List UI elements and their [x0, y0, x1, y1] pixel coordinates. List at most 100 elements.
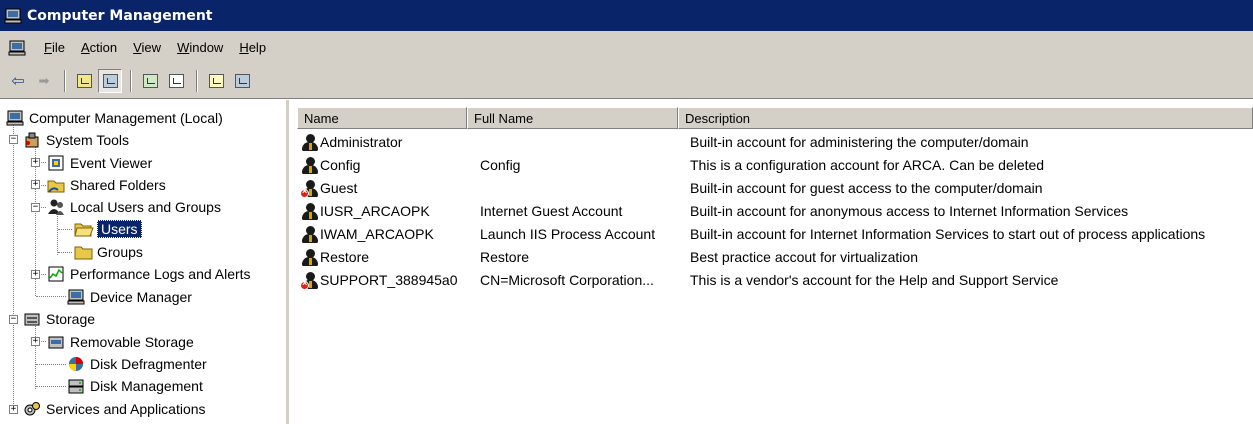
table-row[interactable]: IWAM_ARCAOPK Launch IIS Process Account … [292, 224, 1253, 246]
collapse-toggle[interactable]: − [31, 203, 40, 212]
tree-item-label: Performance Logs and Alerts [70, 266, 251, 282]
user-description: Best practice accout for virtualization [690, 249, 918, 265]
tree-item-label: Storage [46, 311, 96, 327]
title-bar: Computer Management [0, 0, 1253, 31]
tree-item-event-viewer[interactable]: Event Viewer [47, 152, 152, 174]
tree-item-removable-storage[interactable]: Removable Storage [47, 331, 194, 353]
column-header-name[interactable]: Name [297, 107, 467, 129]
disk-defragmenter-icon [67, 355, 85, 373]
tree-line [58, 252, 72, 253]
tree-item-storage[interactable]: Storage [23, 308, 95, 330]
tree-item-performance-logs-and-alerts[interactable]: Performance Logs and Alerts [47, 263, 286, 285]
up-one-level-button[interactable] [72, 69, 96, 93]
shared-folders-icon [47, 176, 65, 194]
folder-open-icon [74, 220, 94, 238]
tree-line [35, 323, 36, 389]
system-menu-icon[interactable] [8, 40, 26, 56]
menu-window[interactable]: Window [169, 40, 231, 55]
toolbar-separator [64, 70, 66, 92]
user-name: Guest [320, 180, 358, 196]
table-row[interactable]: Config Config This is a configuration ac… [292, 155, 1253, 177]
table-row[interactable]: Restore Restore Best practice accout for… [292, 247, 1253, 269]
column-header-description[interactable]: Description [678, 107, 1253, 129]
toolbar-separator [130, 70, 132, 92]
tree-item-label: Device Manager [90, 289, 192, 305]
user-description: This is a configuration account for ARCA… [690, 157, 1045, 173]
menu-action[interactable]: Action [73, 40, 125, 55]
table-row[interactable]: IUSR_ARCAOPK Internet Guest Account Buil… [292, 201, 1253, 223]
expand-toggle[interactable]: + [31, 158, 40, 167]
collapse-toggle[interactable]: − [9, 315, 18, 324]
user-full-name: Restore [480, 249, 530, 265]
export-list-icon [168, 74, 184, 88]
user-name: SUPPORT_388945a0 [320, 272, 458, 288]
tree-item-users[interactable]: Users [74, 218, 142, 240]
user-description: Built-in account for Internet Informatio… [690, 226, 1206, 242]
toolbar: ⇦ ➡ [0, 64, 1253, 99]
menu-file[interactable]: File [36, 40, 73, 55]
menu-view[interactable]: View [125, 40, 169, 55]
show-hide-console-tree-icon [102, 74, 118, 88]
user-description: Built-in account for guest access to the… [690, 180, 1043, 196]
tree-item-services-and-applications[interactable]: Services and Applications [23, 398, 206, 420]
show-hide-console-tree-button[interactable] [98, 69, 122, 93]
user-name: Administrator [320, 134, 403, 150]
expand-toggle[interactable]: + [31, 180, 40, 189]
disabled-user-icon [300, 179, 320, 198]
users-list-view[interactable]: Name Full Name Description Administrator… [292, 100, 1253, 424]
users-groups-icon [47, 198, 65, 216]
refresh-button[interactable] [138, 69, 162, 93]
user-description: This is a vendor's account for the Help … [690, 272, 1059, 288]
user-name: IWAM_ARCAOPK [320, 226, 434, 242]
up-one-level-icon [76, 74, 92, 88]
tree-item-shared-folders[interactable]: Shared Folders [47, 174, 166, 196]
computer-icon [6, 109, 24, 127]
user-full-name: Config [480, 157, 521, 173]
user-icon [300, 248, 320, 267]
tree-item-local-users-and-groups[interactable]: Local Users and Groups [47, 196, 221, 218]
user-name: IUSR_ARCAOPK [320, 203, 430, 219]
table-row[interactable]: Administrator Built-in account for admin… [292, 132, 1253, 154]
user-icon [300, 133, 320, 152]
user-icon [300, 202, 320, 221]
tree-item-disk-defragmenter[interactable]: Disk Defragmenter [67, 353, 207, 375]
tree-item-label: Computer Management (Local) [29, 110, 223, 126]
storage-icon [23, 310, 41, 328]
show-hide-action-pane-button[interactable] [230, 69, 254, 93]
tree-item-device-manager[interactable]: Device Manager [67, 286, 192, 308]
table-row[interactable]: SUPPORT_388945a0 CN=Microsoft Corporatio… [292, 270, 1253, 292]
forward-arrow-icon: ➡ [38, 73, 50, 88]
device-manager-icon [67, 288, 85, 306]
tree-item-computer-management[interactable]: Computer Management (Local) [6, 107, 223, 129]
tree-item-label: Disk Management [90, 378, 203, 394]
column-header-full-name[interactable]: Full Name [467, 107, 678, 129]
user-name: Restore [320, 249, 370, 265]
removable-storage-icon [47, 333, 65, 351]
tree-item-disk-management[interactable]: Disk Management [67, 375, 203, 397]
tree-line [13, 122, 14, 412]
back-button[interactable]: ⇦ [6, 69, 30, 93]
user-description: Built-in account for administering the c… [690, 134, 1029, 150]
export-list-button[interactable] [164, 69, 188, 93]
help-button[interactable] [204, 69, 228, 93]
table-row[interactable]: Guest Built-in account for guest access … [292, 178, 1253, 200]
user-full-name: Internet Guest Account [480, 203, 623, 219]
menu-help[interactable]: Help [231, 40, 274, 55]
expand-toggle[interactable]: + [31, 270, 40, 279]
forward-button[interactable]: ➡ [32, 69, 56, 93]
menu-bar: File Action View Window Help [0, 31, 1253, 64]
tree-item-system-tools[interactable]: System Tools [23, 129, 129, 151]
refresh-icon [142, 74, 158, 88]
collapse-toggle[interactable]: − [9, 135, 18, 144]
tree-line [58, 229, 72, 230]
console-tree[interactable]: − + + − + − + + Computer Management (Loc… [0, 100, 289, 424]
toolbar-separator [196, 70, 198, 92]
tree-item-label: Disk Defragmenter [90, 356, 207, 372]
user-icon [300, 225, 320, 244]
expand-toggle[interactable]: + [31, 337, 40, 346]
tree-item-groups[interactable]: Groups [74, 241, 143, 263]
tree-item-label: Users [97, 220, 142, 238]
show-hide-action-pane-icon [234, 74, 250, 88]
expand-toggle[interactable]: + [9, 405, 18, 414]
tree-item-label: Event Viewer [70, 155, 153, 171]
